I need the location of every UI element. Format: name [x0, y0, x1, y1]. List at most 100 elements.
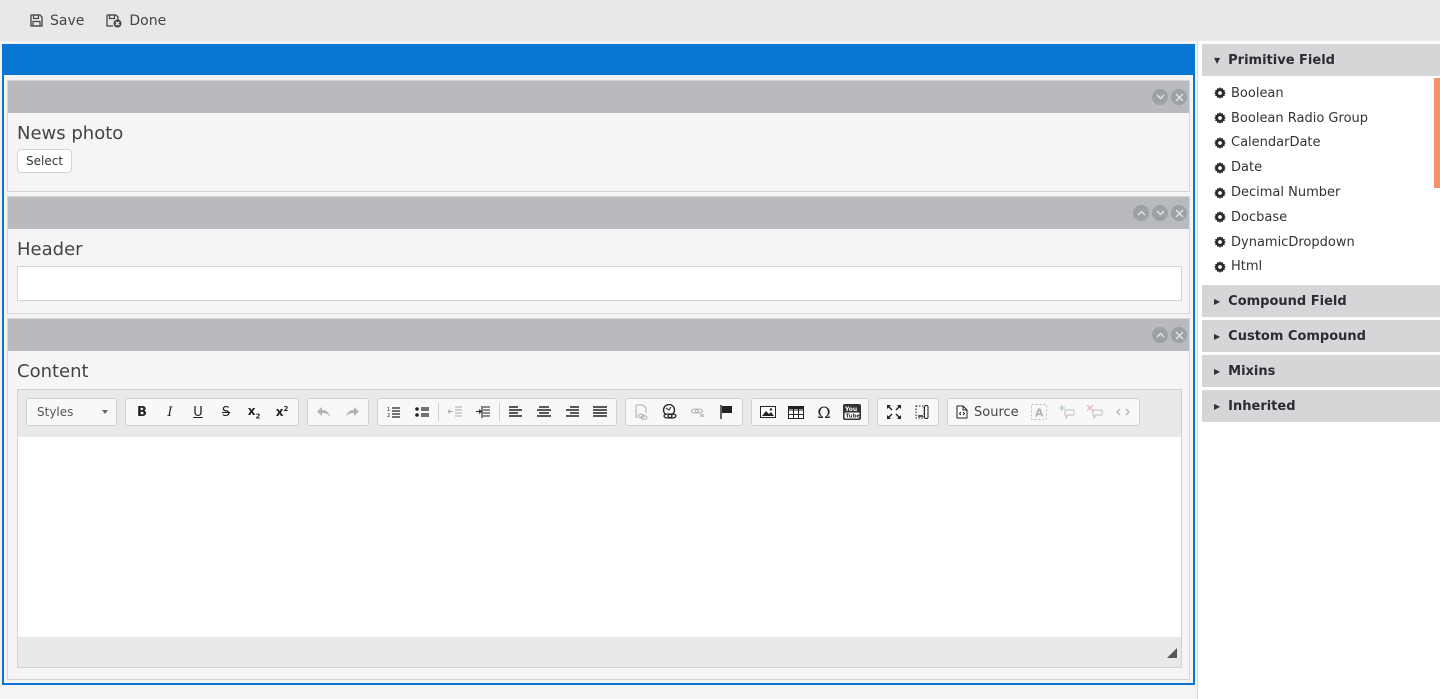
section-custom-compound[interactable]: ▶ Custom Compound	[1202, 320, 1440, 353]
gear-icon	[1214, 112, 1226, 125]
editor-content-area[interactable]	[18, 437, 1181, 637]
palette-item-label: Boolean Radio Group	[1231, 110, 1369, 126]
show-blocks-icon	[915, 405, 929, 419]
svg-text:You: You	[844, 406, 857, 413]
section-inherited[interactable]: ▶ Inherited	[1202, 390, 1440, 423]
chevron-up-icon	[1137, 210, 1145, 216]
special-char-button[interactable]: Ω	[810, 399, 838, 425]
source-button[interactable]: Source	[950, 405, 1025, 420]
undo-button[interactable]	[310, 399, 338, 425]
save-button[interactable]: Save	[30, 13, 84, 29]
indent-icon	[476, 406, 490, 418]
remove-comment-button[interactable]	[1081, 399, 1109, 425]
redo-button[interactable]	[338, 399, 366, 425]
styles-dropdown[interactable]: Styles	[26, 398, 117, 426]
palette-item[interactable]: CalendarDate	[1214, 131, 1440, 156]
palette-item[interactable]: Boolean Radio Group	[1214, 106, 1440, 131]
palette-item-label: CalendarDate	[1231, 135, 1321, 151]
strike-button[interactable]: S	[212, 399, 240, 425]
code-snippet-button[interactable]	[1109, 399, 1137, 425]
field-label: Header	[17, 239, 83, 260]
move-down-button[interactable]	[1152, 205, 1168, 221]
remove-comment-icon	[1086, 405, 1103, 419]
palette-item[interactable]: Date	[1214, 155, 1440, 180]
undo-group	[307, 398, 369, 426]
numbered-list-button[interactable]: 12	[380, 399, 408, 425]
move-up-button[interactable]	[1152, 327, 1168, 343]
globe-link-icon	[662, 404, 677, 419]
superscript-button[interactable]: x2	[268, 399, 296, 425]
editor-toolbar: Styles B I U S x2 x2 1 2 Ω You Tube Sour…	[18, 390, 1181, 437]
redo-icon	[346, 407, 359, 417]
resize-handle[interactable]	[1167, 648, 1177, 658]
align-right-button[interactable]	[558, 399, 586, 425]
section-mixins[interactable]: ▶ Mixins	[1202, 355, 1440, 388]
caret-right-icon: ▶	[1214, 366, 1221, 376]
header-input[interactable]	[17, 266, 1182, 301]
link-button[interactable]	[656, 399, 684, 425]
add-comment-button[interactable]	[1053, 399, 1081, 425]
image-button[interactable]	[754, 399, 782, 425]
caret-right-icon: ▶	[1214, 331, 1221, 341]
palette-item[interactable]: Html	[1214, 255, 1440, 280]
palette-item[interactable]: DynamicDropdown	[1214, 230, 1440, 255]
caret-right-icon: ▶	[1214, 296, 1221, 306]
palette-item-label: Docbase	[1231, 209, 1288, 225]
scrollbar-thumb[interactable]	[1434, 78, 1440, 188]
omega-icon: Ω	[817, 402, 831, 422]
caret-down-icon	[102, 410, 108, 414]
outdent-button[interactable]	[441, 399, 469, 425]
unlink-icon	[691, 408, 705, 417]
remove-field-button[interactable]	[1171, 327, 1187, 343]
indent-button[interactable]	[469, 399, 497, 425]
justify-button[interactable]	[586, 399, 614, 425]
show-blocks-button[interactable]	[908, 399, 936, 425]
youtube-button[interactable]: You Tube	[838, 399, 866, 425]
section-title: Primitive Field	[1228, 52, 1335, 68]
save-label: Save	[50, 12, 85, 29]
field-bar[interactable]	[8, 197, 1189, 229]
done-button[interactable]: Done	[106, 13, 166, 29]
section-compound-field[interactable]: ▶ Compound Field	[1202, 285, 1440, 318]
unlink-button[interactable]	[684, 399, 712, 425]
placeholder-button[interactable]: A	[1025, 399, 1053, 425]
palette-item-label: Html	[1231, 259, 1263, 275]
align-left-button[interactable]	[502, 399, 530, 425]
italic-button[interactable]: I	[156, 399, 184, 425]
internal-link-button[interactable]	[628, 399, 656, 425]
field-bar[interactable]	[8, 81, 1189, 113]
underline-button[interactable]: U	[184, 399, 212, 425]
maximize-icon	[887, 405, 901, 419]
svg-text:A: A	[1035, 407, 1044, 420]
align-center-button[interactable]	[530, 399, 558, 425]
align-justify-icon	[593, 406, 607, 417]
field-label: News photo	[17, 123, 124, 144]
caret-right-icon: ▶	[1214, 401, 1221, 411]
source-document-icon	[956, 405, 968, 419]
underline-icon: U	[193, 404, 203, 420]
table-button[interactable]	[782, 399, 810, 425]
anchor-button[interactable]	[712, 399, 740, 425]
remove-field-button[interactable]	[1171, 89, 1187, 105]
move-up-button[interactable]	[1133, 205, 1149, 221]
palette-item[interactable]: Decimal Number	[1214, 180, 1440, 205]
basic-styles-group: B I U S x2 x2	[125, 398, 299, 426]
move-down-button[interactable]	[1152, 89, 1168, 105]
gear-icon	[1214, 236, 1226, 249]
close-icon	[1175, 331, 1183, 339]
remove-field-button[interactable]	[1171, 205, 1187, 221]
select-image-button[interactable]: Select	[17, 149, 73, 173]
section-primitive-field[interactable]: ▼ Primitive Field	[1202, 44, 1440, 76]
field-bar[interactable]	[8, 319, 1189, 351]
palette-item[interactable]: Docbase	[1214, 205, 1440, 230]
maximize-button[interactable]	[880, 399, 908, 425]
primitive-field-list: Boolean Boolean Radio Group CalendarDate Da…	[1198, 76, 1440, 282]
bold-button[interactable]: B	[128, 399, 156, 425]
bold-icon: B	[137, 404, 147, 420]
bulleted-list-button[interactable]	[408, 399, 436, 425]
done-label: Done	[129, 12, 167, 29]
rich-text-editor: Styles B I U S x2 x2 1 2 Ω You Tube Sour…	[17, 389, 1182, 668]
palette-item[interactable]: Boolean	[1214, 81, 1440, 106]
youtube-icon: YouTube	[843, 404, 861, 420]
subscript-button[interactable]: x2	[240, 399, 268, 425]
